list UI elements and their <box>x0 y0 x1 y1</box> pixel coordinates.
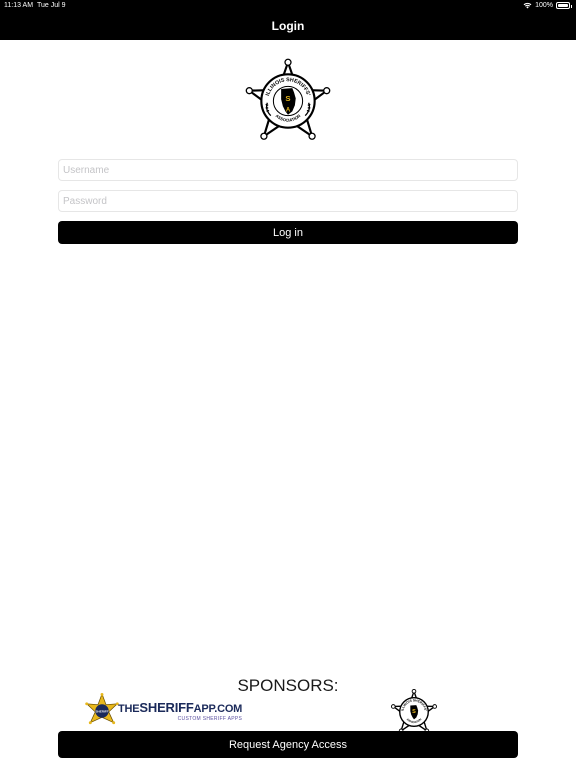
sponsor-isa-logo[interactable]: ILLINOIS SHERIFFS' ASSOCIATION S <box>390 689 438 735</box>
sponsor-the-sheriff-app[interactable]: SHERIFF THESHERIFFAPP.COM CUSTOM SHERIFF… <box>84 692 244 730</box>
request-agency-access-button[interactable]: Request Agency Access <box>58 731 518 758</box>
sponsor-the-sheriff-app-name: THESHERIFFAPP.COM <box>118 700 243 715</box>
password-field[interactable] <box>58 190 518 212</box>
isa-logo: ILLINOIS SHERIFFS' ASSOCIATION S A <box>245 58 331 140</box>
sponsor-the-sheriff-app-wordmark: THESHERIFFAPP.COM CUSTOM SHERIFF APPS <box>118 700 242 722</box>
sheriff-badge-icon: SHERIFF <box>85 692 119 725</box>
battery-percent: 100% <box>535 2 553 9</box>
page-title: Login <box>271 19 305 33</box>
status-time: 11:13 AM <box>4 2 34 9</box>
sponsor-tagline: CUSTOM SHERIFF APPS <box>177 716 243 722</box>
wifi-icon <box>523 2 532 9</box>
battery-icon <box>556 2 572 9</box>
status-bar: 11:13 AM Tue Jul 9 100% <box>0 0 576 12</box>
svg-text:SHERIFF: SHERIFF <box>95 710 108 714</box>
login-button[interactable]: Log in <box>58 221 518 244</box>
svg-text:S: S <box>412 709 416 715</box>
password-input[interactable] <box>59 191 517 212</box>
status-date: Tue Jul 9 <box>37 2 66 9</box>
navigation-bar: Login <box>0 12 576 40</box>
svg-text:S: S <box>285 94 290 103</box>
status-indicators: 100% <box>523 2 572 9</box>
battery-level <box>558 4 568 7</box>
username-field[interactable] <box>58 159 518 181</box>
username-input[interactable] <box>59 160 517 181</box>
svg-text:A: A <box>286 107 291 113</box>
